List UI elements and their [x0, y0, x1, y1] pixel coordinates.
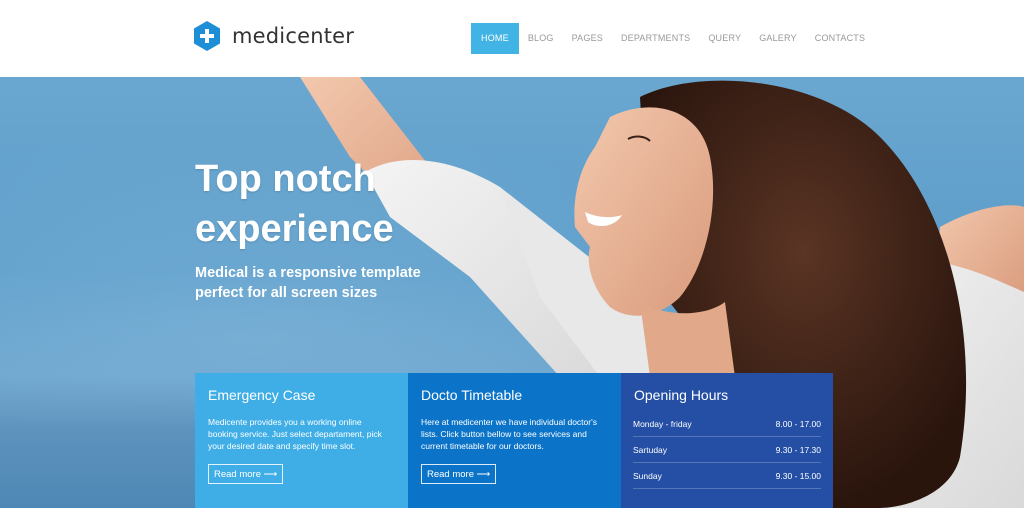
- hero-banner: Top notch experience Medical is a respon…: [0, 77, 1024, 508]
- site-header: medicenter HOME BLOG PAGES DEPARTMENTS Q…: [0, 0, 1024, 77]
- hours-row: Sunday 9.30 - 15.00: [633, 463, 821, 489]
- nav-item-departments[interactable]: DEPARTMENTS: [612, 23, 699, 54]
- read-more-button[interactable]: Read more ⟶: [421, 464, 497, 484]
- panel-title: Opening Hours: [634, 387, 729, 403]
- hours-list: Monday - friday 8.00 - 17.00 Sartuday 9.…: [633, 411, 821, 489]
- nav-item-home[interactable]: HOME: [471, 23, 519, 54]
- hero-title: Top notch experience: [195, 158, 394, 250]
- emergency-case-panel: Emergency Case Medicente provides you a …: [195, 373, 408, 508]
- day-label: Sunday: [633, 470, 662, 481]
- opening-hours-panel: Opening Hours Monday - friday 8.00 - 17.…: [621, 373, 833, 508]
- panel-text: Here at medicenter we have individual do…: [421, 417, 597, 451]
- time-label: 9.30 - 17.30: [775, 444, 821, 455]
- site-logo[interactable]: medicenter: [194, 21, 354, 51]
- time-label: 8.00 - 17.00: [775, 418, 821, 429]
- day-label: Monday - friday: [633, 418, 692, 429]
- hero-subtitle: Medical is a responsive template perfect…: [195, 265, 421, 301]
- doctor-timetable-panel: Docto Timetable Here at medicenter we ha…: [408, 373, 621, 508]
- hours-row: Monday - friday 8.00 - 17.00: [633, 411, 821, 437]
- nav-item-contacts[interactable]: CONTACTS: [806, 23, 874, 54]
- medical-cross-icon: [194, 21, 220, 51]
- panel-title: Emergency Case: [208, 387, 316, 403]
- hours-row: Sartuday 9.30 - 17.30: [633, 437, 821, 463]
- nav-item-query[interactable]: QUERY: [699, 23, 750, 54]
- time-label: 9.30 - 15.00: [775, 470, 821, 481]
- nav-item-galery[interactable]: GALERY: [750, 23, 806, 54]
- nav-item-blog[interactable]: BLOG: [519, 23, 563, 54]
- day-label: Sartuday: [633, 444, 668, 455]
- nav-item-pages[interactable]: PAGES: [563, 23, 612, 54]
- read-more-button[interactable]: Read more ⟶: [208, 464, 284, 484]
- panel-title: Docto Timetable: [421, 387, 523, 403]
- panel-text: Medicente provides you a working online …: [208, 417, 382, 451]
- main-nav: HOME BLOG PAGES DEPARTMENTS QUERY GALERY…: [471, 23, 874, 54]
- brand-name: medicenter: [232, 24, 355, 48]
